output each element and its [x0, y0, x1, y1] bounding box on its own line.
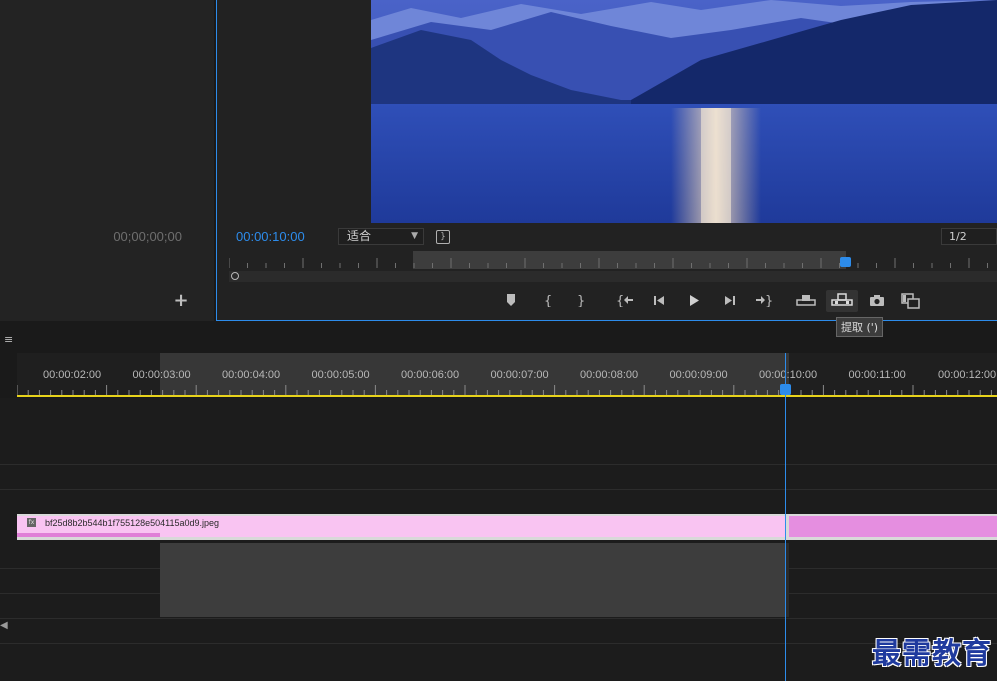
- timeline-tick-label: 00:00:04:00: [222, 369, 281, 381]
- mini-playhead[interactable]: [840, 257, 851, 267]
- timeline-tick-label: 00:00:02:00: [43, 369, 102, 381]
- timeline-tick-label: 00:00:06:00: [401, 369, 460, 381]
- mark-in-button[interactable]: {: [535, 290, 561, 312]
- plus-icon: +: [173, 290, 189, 311]
- fit-zoom-select[interactable]: 适合 ▼: [338, 228, 424, 245]
- playback-resolution-select[interactable]: 1/2: [941, 228, 997, 245]
- mini-timeline-ruler[interactable]: [229, 250, 997, 270]
- svg-text:}: }: [577, 294, 585, 307]
- play-icon: [690, 295, 699, 306]
- extract-button[interactable]: [826, 290, 858, 312]
- track-headers: [0, 398, 18, 681]
- timeline-playhead[interactable]: [780, 384, 791, 395]
- timeline-tick-label: 00:00:07:00: [490, 369, 549, 381]
- marker-icon: [507, 294, 515, 306]
- extract-icon: [831, 293, 853, 306]
- watermark-logo: 最需教育: [872, 636, 993, 670]
- source-timecode: 00;00;00;00: [113, 229, 182, 244]
- lift-button[interactable]: [793, 290, 819, 312]
- track-divider: [0, 618, 997, 619]
- program-video-frame: [371, 0, 997, 223]
- timeline-tick-label: 00:00:10:00: [759, 369, 818, 381]
- work-area-bar[interactable]: [17, 395, 997, 397]
- add-marker-button[interactable]: [498, 290, 524, 312]
- timeline-tick-label: 00:00:12:00: [938, 369, 997, 381]
- step-forward-button[interactable]: [717, 290, 743, 312]
- clip-selection-band: [17, 533, 160, 537]
- program-timecode[interactable]: 00:00:10:00: [236, 229, 305, 244]
- go-to-in-button[interactable]: {: [612, 290, 638, 312]
- go-to-out-button[interactable]: }: [751, 290, 777, 312]
- svg-text:{: {: [616, 294, 624, 307]
- lift-icon: [796, 295, 816, 306]
- audio-track-edge: [786, 543, 789, 617]
- mark-out-button[interactable]: }: [567, 290, 593, 312]
- svg-text:{: {: [544, 294, 552, 307]
- chevron-down-icon: ▼: [411, 231, 418, 241]
- svg-text:}: }: [765, 294, 773, 307]
- mark-in-icon: {: [544, 294, 552, 307]
- settings-bracket-icon[interactable]: }: [436, 230, 450, 244]
- track-divider: [0, 643, 997, 644]
- play-button[interactable]: [681, 290, 707, 312]
- timeline-menu-icon[interactable]: ≡: [4, 333, 13, 346]
- track-divider: [0, 489, 997, 490]
- compare-view-button[interactable]: [898, 290, 924, 312]
- speaker-icon[interactable]: ◀: [0, 620, 8, 631]
- fit-select-value: 适合: [347, 229, 372, 243]
- go-to-in-icon: {: [616, 294, 633, 307]
- extract-tooltip: 提取 ('): [836, 317, 884, 337]
- fx-badge-icon: fx: [27, 518, 36, 527]
- timeline-tick-label: 00:00:11:00: [848, 369, 906, 381]
- zoom-handle[interactable]: [231, 272, 239, 280]
- export-frame-button[interactable]: [864, 290, 890, 312]
- source-monitor-panel: [0, 0, 214, 321]
- step-back-icon: [654, 296, 664, 305]
- audio-track-range: [160, 543, 787, 617]
- add-button[interactable]: +: [172, 290, 190, 312]
- timeline-ticks: [17, 385, 992, 395]
- timeline-tick-label: 00:00:08:00: [580, 369, 639, 381]
- timeline-tick-label: 00:00:05:00: [311, 369, 370, 381]
- video-clip-next[interactable]: [789, 516, 997, 537]
- track-divider: [0, 464, 997, 465]
- camera-icon: [870, 295, 884, 306]
- zoom-scrollbar[interactable]: [229, 271, 997, 282]
- timeline-tick-label: 00:00:03:00: [132, 369, 191, 381]
- step-back-button[interactable]: [646, 290, 672, 312]
- timeline-playhead-line: [785, 353, 786, 681]
- go-to-out-icon: }: [756, 294, 773, 307]
- step-forward-icon: [725, 296, 735, 305]
- mark-out-icon: }: [577, 294, 585, 307]
- timeline-tick-label: 00:00:09:00: [669, 369, 728, 381]
- compare-icon: [901, 293, 920, 309]
- clip-name: bf25d8b2b544b1f755128e504115a0d9.jpeg: [45, 518, 220, 528]
